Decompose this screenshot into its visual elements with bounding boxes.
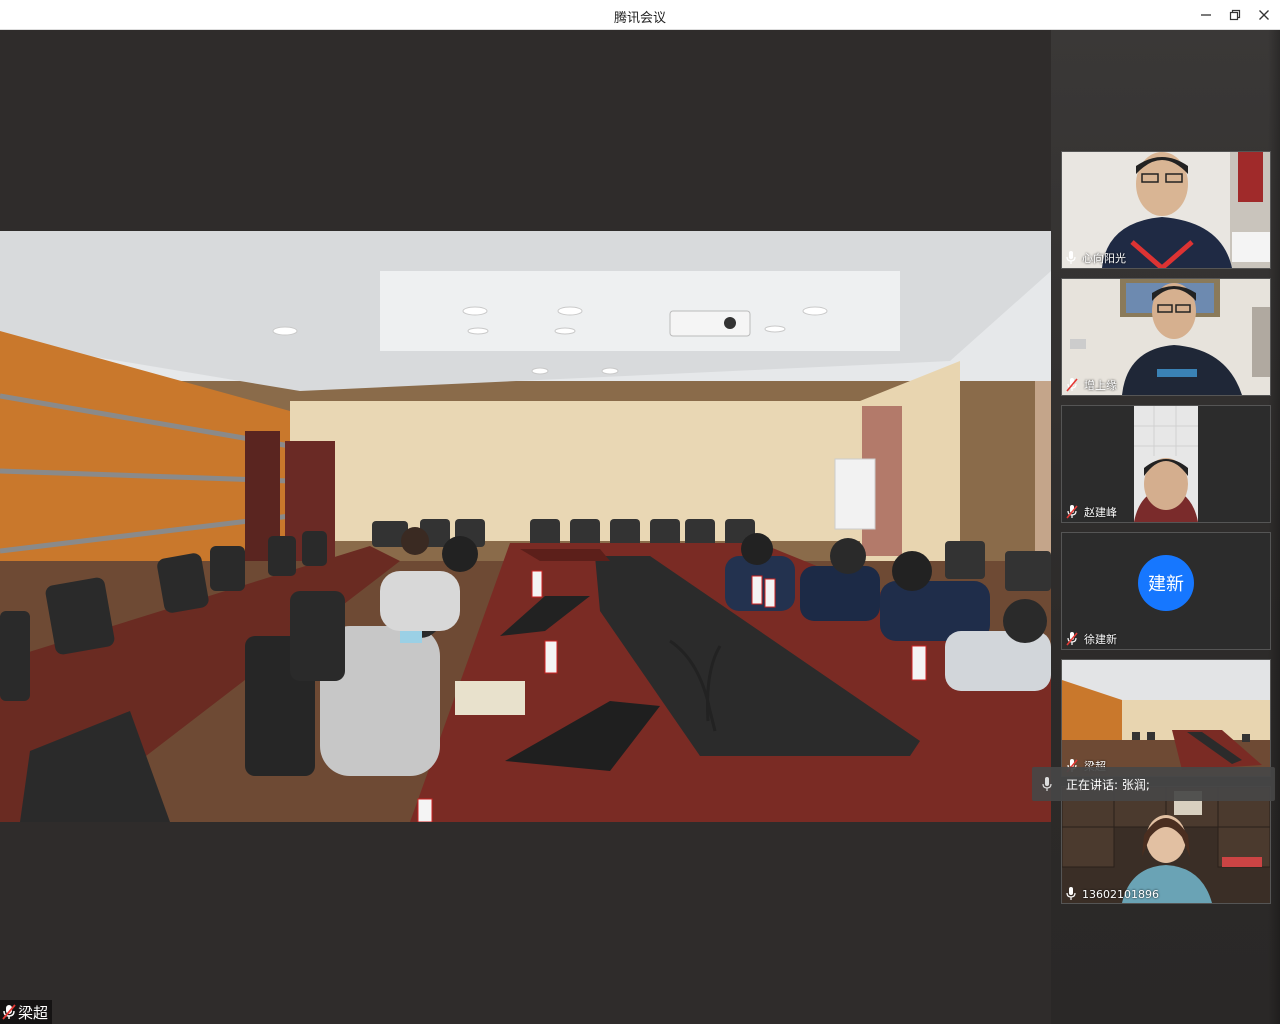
participant-avatar: 建新 bbox=[1138, 555, 1194, 611]
participant-video-6 bbox=[1062, 787, 1270, 903]
mic-muted-icon bbox=[1066, 378, 1078, 392]
speaking-indicator: 正在讲话: 张润; bbox=[1032, 767, 1275, 801]
participant-tile-4[interactable]: 建新 徐建新 bbox=[1061, 532, 1271, 650]
participant-tile-1[interactable]: 心向阳光 bbox=[1061, 151, 1271, 269]
minimize-icon[interactable] bbox=[1196, 5, 1216, 25]
participant-tile-5[interactable]: 梁超 bbox=[1061, 659, 1271, 777]
main-stage bbox=[0, 30, 1051, 1024]
participant-name: 徐建新 bbox=[1084, 633, 1117, 646]
self-name-label: 梁超 bbox=[18, 1003, 49, 1022]
participant-name: 13602101896 bbox=[1082, 887, 1159, 901]
close-icon[interactable] bbox=[1254, 5, 1274, 25]
main-video-feed[interactable] bbox=[0, 231, 1051, 822]
mic-muted-icon bbox=[2, 1004, 16, 1020]
participant-name: 赵建峰 bbox=[1084, 506, 1117, 519]
participant-tile-6[interactable]: 13602101896 bbox=[1061, 786, 1271, 904]
mic-muted-icon bbox=[1066, 632, 1078, 646]
title-bar: 腾讯会议 bbox=[0, 0, 1280, 30]
participant-tile-3[interactable]: 赵建峰 bbox=[1061, 405, 1271, 523]
speaking-text: 正在讲话: 张润; bbox=[1066, 777, 1150, 792]
mic-muted-icon bbox=[1066, 505, 1078, 519]
mic-icon bbox=[1066, 887, 1076, 901]
participant-tile-2[interactable]: 增上缘 bbox=[1061, 278, 1271, 396]
participant-name: 增上缘 bbox=[1084, 379, 1117, 392]
self-name-tag: 梁超 bbox=[0, 1000, 53, 1024]
participant-name: 心向阳光 bbox=[1082, 252, 1126, 265]
mic-icon bbox=[1042, 776, 1052, 792]
window-title: 腾讯会议 bbox=[613, 11, 666, 26]
mic-icon bbox=[1066, 251, 1076, 265]
restore-icon[interactable] bbox=[1225, 5, 1245, 25]
